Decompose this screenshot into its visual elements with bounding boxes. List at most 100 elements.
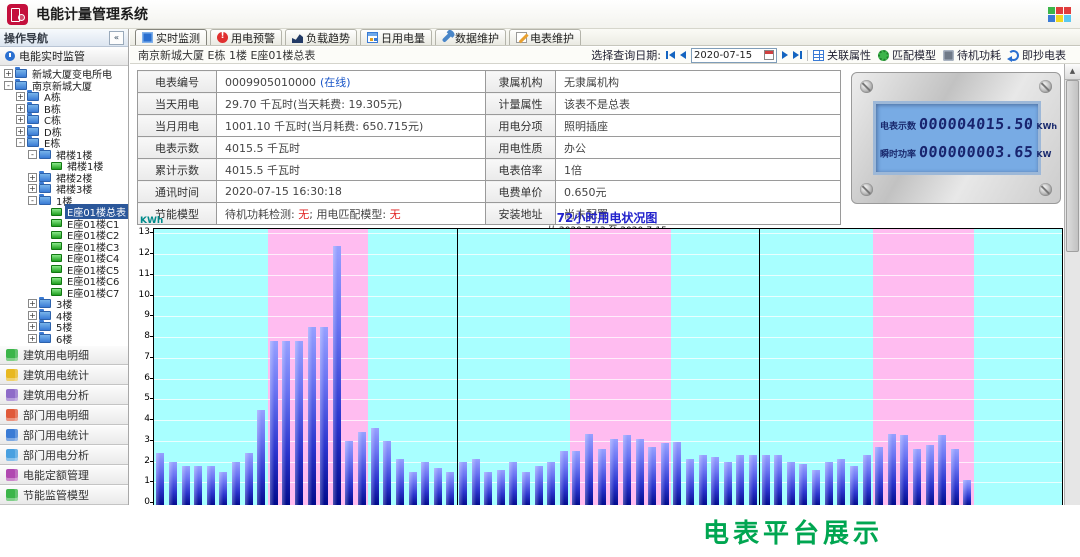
chart-icon: [6, 469, 18, 481]
bar: [358, 432, 366, 505]
expand-icon[interactable]: +: [16, 92, 25, 101]
prev-day-button[interactable]: [680, 51, 686, 59]
tree-item[interactable]: +B栋: [3, 103, 128, 115]
sidebar: 操作导航 « 电能实时监管 +新城大厦变电所电-南京新城大厦+A栋+B栋+C栋+…: [0, 29, 129, 505]
sidebar-accordion-item[interactable]: 建筑用电统计: [0, 365, 128, 385]
query-bar: 选择查询日期: 2020-07-15 关联属性匹配模型待机功耗即抄电表: [591, 47, 1066, 63]
expand-icon[interactable]: +: [28, 334, 37, 343]
meter-icon: [51, 242, 62, 250]
item-cell: 照明插座: [556, 115, 841, 137]
accordion-item-label: 部门用电明细: [23, 407, 89, 423]
expand-icon[interactable]: +: [16, 104, 25, 113]
wrench-icon: [442, 32, 453, 43]
meter-tree: +新城大厦变电所电-南京新城大厦+A栋+B栋+C栋+D栋-E栋-裙楼1楼裙楼1楼…: [0, 66, 128, 345]
tree-item[interactable]: +D栋: [3, 126, 128, 138]
scrollbar-thumb[interactable]: [1066, 80, 1079, 252]
query-button-table[interactable]: 关联属性: [813, 47, 871, 63]
calendar-icon[interactable]: [764, 50, 774, 60]
next-day-button[interactable]: [782, 51, 788, 59]
y-tick-mark: [150, 357, 153, 358]
bar: [308, 327, 316, 505]
tree-item[interactable]: +6楼: [3, 333, 128, 345]
collapse-icon[interactable]: -: [4, 81, 13, 90]
lcd-power-value: 000000003.65: [918, 143, 1034, 161]
bar: [774, 455, 782, 505]
tab-monitor[interactable]: 实时监测: [135, 29, 207, 45]
collapse-icon[interactable]: -: [28, 196, 37, 205]
first-day-button[interactable]: [666, 51, 675, 59]
table-icon: [813, 50, 824, 61]
gridline: [154, 233, 1062, 234]
reading-cell: 4015.5 千瓦时: [217, 137, 486, 159]
meter-icon: [51, 231, 62, 239]
bar: [270, 341, 278, 505]
sidebar-accordion-item[interactable]: 建筑用电分析: [0, 385, 128, 405]
expand-icon[interactable]: +: [16, 127, 25, 136]
sidebar-accordion-item[interactable]: 节能监管模型: [0, 485, 128, 505]
bar: [711, 457, 719, 505]
expand-icon[interactable]: +: [28, 184, 37, 193]
last-day-button[interactable]: [793, 51, 802, 59]
sidebar-accordion-item[interactable]: 部门用电分析: [0, 445, 128, 465]
bar: [484, 472, 492, 505]
query-button-gear[interactable]: 匹配模型: [878, 47, 936, 63]
online-status: (在线): [320, 76, 351, 89]
tab-label: 电表维护: [530, 30, 574, 46]
meter-info-table: 电表编号 0009905010000(在线) 隶属机构 无隶属机构 当天用电 2…: [137, 70, 841, 225]
tab-edit[interactable]: 电表维护: [509, 29, 581, 45]
tab-calendar[interactable]: 日用电量: [360, 29, 432, 45]
y-tick-mark: [150, 336, 153, 337]
bar: [421, 462, 429, 506]
expand-icon[interactable]: +: [4, 69, 13, 78]
expand-icon[interactable]: +: [28, 322, 37, 331]
tab-trend[interactable]: 负载趋势: [285, 29, 357, 45]
table-row: 通讯时间 2020-07-15 16:30:18 电费单价 0.650元: [138, 181, 841, 203]
sidebar-item-realtime-monitor[interactable]: 电能实时监管: [0, 47, 128, 66]
bar: [345, 441, 353, 505]
tab-wrench[interactable]: 数据维护: [435, 29, 506, 45]
expand-icon[interactable]: +: [28, 311, 37, 320]
bar: [245, 453, 253, 505]
date-input[interactable]: 2020-07-15: [691, 48, 777, 63]
tab-warning[interactable]: 用电预警: [210, 29, 282, 45]
sidebar-collapse-button[interactable]: «: [109, 31, 124, 45]
accordion-item-label: 建筑用电明细: [23, 347, 89, 363]
org-cell: 无隶属机构: [556, 71, 841, 93]
accordion-item-label: 建筑用电分析: [23, 387, 89, 403]
folder-icon: [39, 311, 51, 320]
sidebar-accordion-item[interactable]: 部门用电明细: [0, 405, 128, 425]
sidebar-accordion-item[interactable]: 电能定额管理: [0, 465, 128, 485]
y-tick-mark: [150, 378, 153, 379]
bar: [446, 472, 454, 505]
tree-item-label: 6楼: [54, 331, 74, 345]
monitor-icon: [142, 32, 153, 43]
vertical-scrollbar[interactable]: ▲: [1064, 64, 1080, 505]
scrollbar-up-arrow-icon[interactable]: ▲: [1065, 64, 1080, 80]
sidebar-accordion-item[interactable]: 部门用电统计: [0, 425, 128, 445]
tree-item[interactable]: +C栋: [3, 114, 128, 126]
expand-icon[interactable]: +: [16, 115, 25, 124]
window-grid-icon[interactable]: [1048, 7, 1071, 22]
bar: [585, 434, 593, 506]
collapse-icon[interactable]: -: [16, 138, 25, 147]
bar: [459, 462, 467, 506]
row-label: 通讯时间: [138, 181, 217, 203]
expand-icon[interactable]: +: [28, 173, 37, 182]
row-label: 隶属机构: [486, 71, 556, 93]
y-tick-mark: [150, 274, 153, 275]
query-button-refresh[interactable]: 即抄电表: [1008, 47, 1066, 63]
collapse-icon[interactable]: -: [28, 150, 37, 159]
row-label: 电表编号: [138, 71, 217, 93]
bar: [926, 445, 934, 505]
expand-icon[interactable]: +: [28, 299, 37, 308]
y-tick-label: 1: [138, 476, 150, 486]
accordion-item-label: 建筑用电统计: [23, 367, 89, 383]
grid-square: [1048, 15, 1055, 22]
edit-icon: [516, 32, 527, 43]
gridline: [154, 296, 1062, 297]
screw-icon: [860, 80, 873, 93]
y-tick-label: 11: [138, 269, 150, 279]
bar: [850, 466, 858, 505]
query-button-standby[interactable]: 待机功耗: [943, 47, 1001, 63]
sidebar-accordion-item[interactable]: 建筑用电明细: [0, 345, 128, 365]
